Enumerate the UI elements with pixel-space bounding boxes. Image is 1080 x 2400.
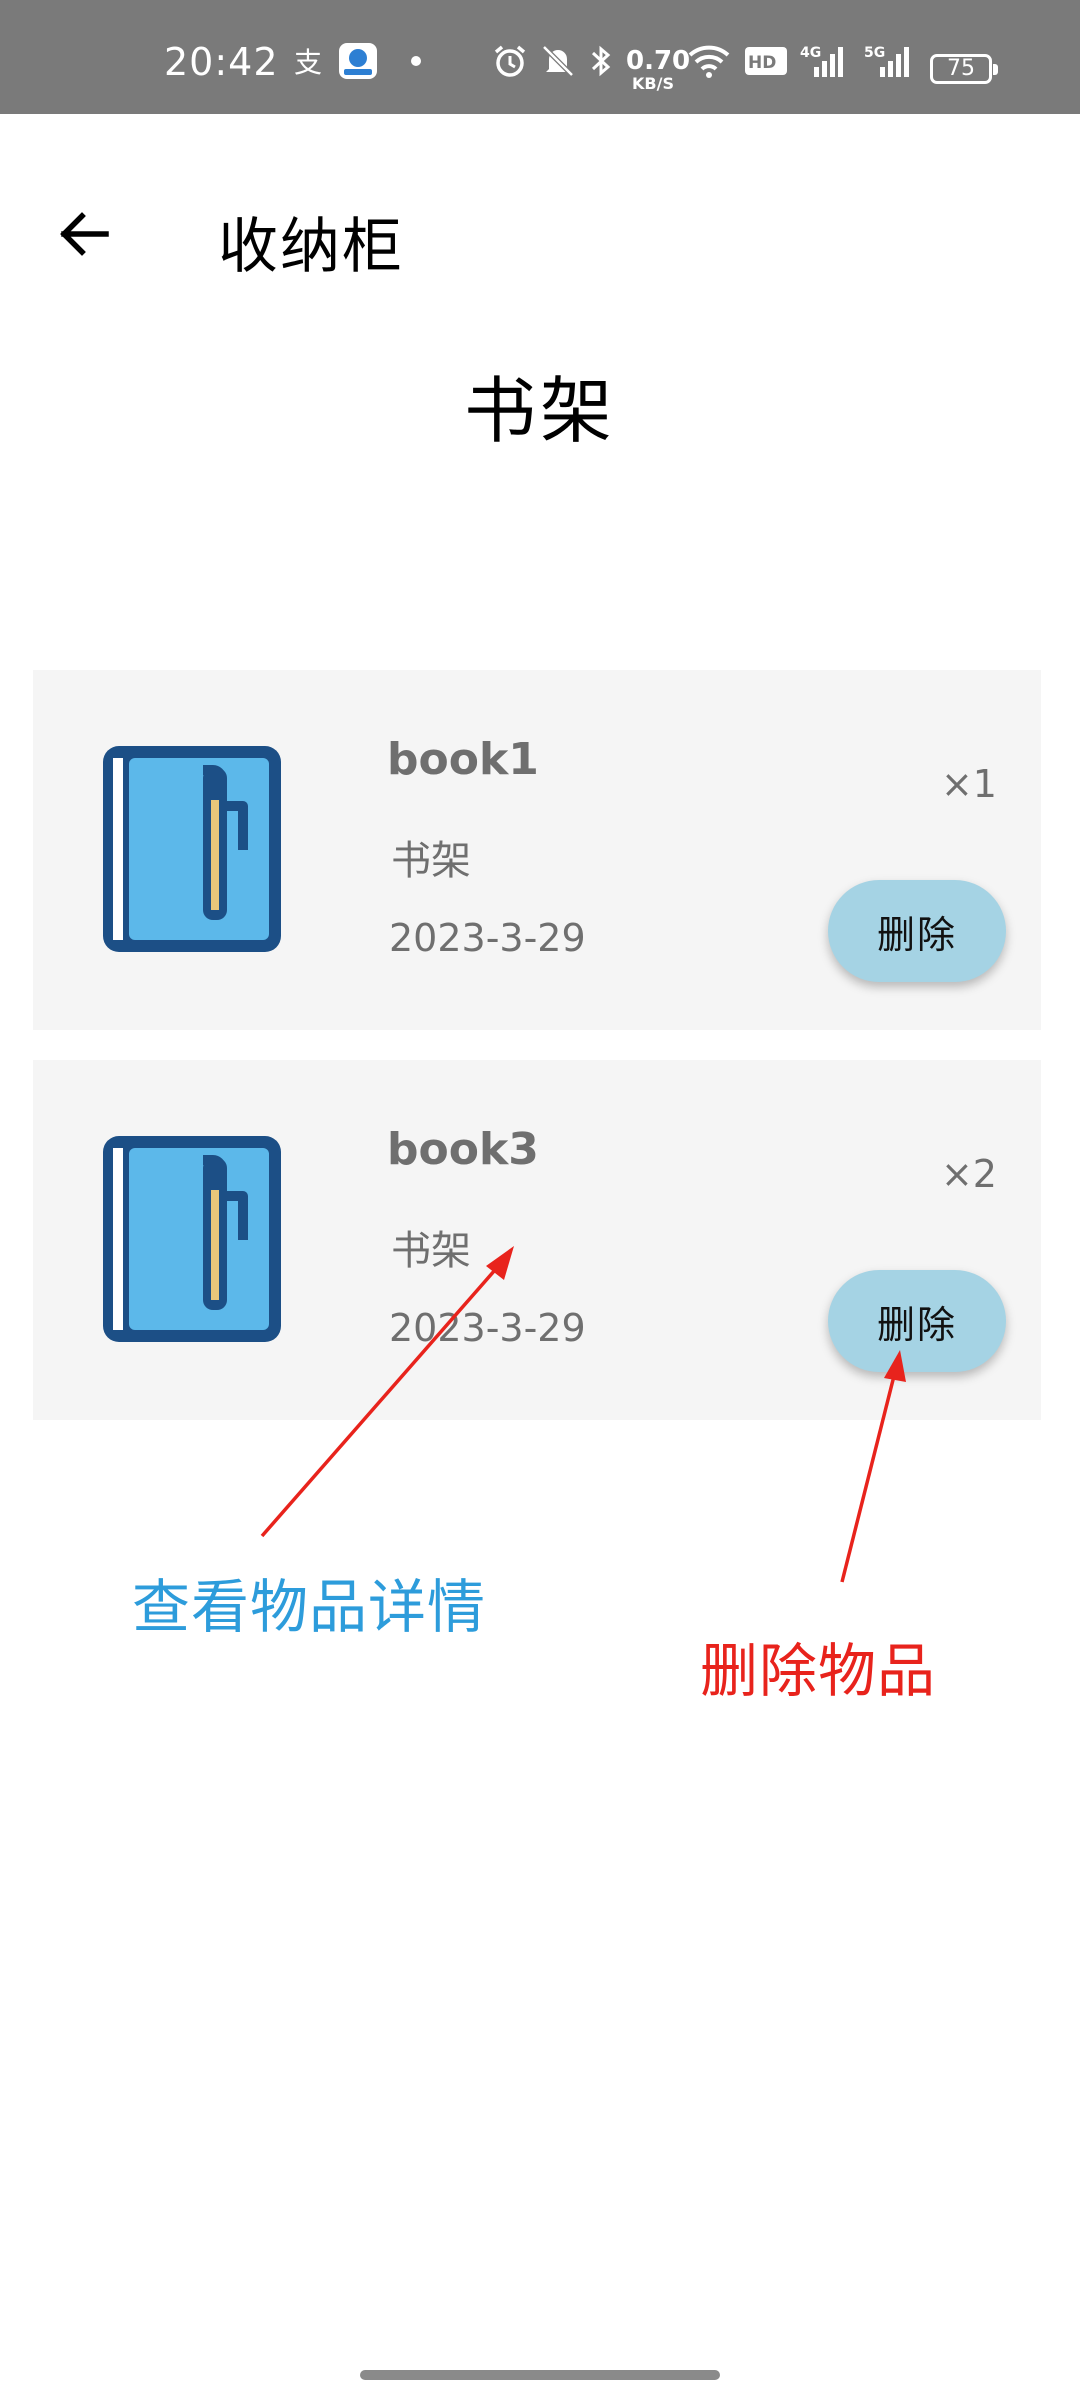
item-location: 书架 [391, 838, 471, 884]
svg-text:HD: HD [748, 53, 776, 73]
svg-text:5G: 5G [864, 45, 885, 61]
item-date: 2023-3-29 [389, 1306, 586, 1350]
status-bar: 20:42 支 0.70 KB/S HD 4G 5G 75 [0, 0, 1080, 114]
signal-4g-icon: 4G [800, 42, 846, 80]
app-bar: 收纳柜 [0, 114, 1080, 350]
network-speed: 0.70 KB/S [626, 46, 691, 93]
item-name: book3 [387, 1124, 539, 1175]
notebook-icon [99, 742, 285, 956]
signal-5g-icon: 5G [864, 42, 914, 80]
battery-icon: 75 [930, 54, 998, 84]
wifi-icon [686, 42, 732, 80]
item-card[interactable]: book1 书架 2023-3-29 ×1 删除 [33, 670, 1041, 1030]
svg-text:支: 支 [294, 46, 322, 78]
back-button[interactable] [44, 194, 124, 274]
item-quantity: ×1 [940, 762, 997, 806]
svg-text:4G: 4G [800, 45, 821, 61]
arrow-left-icon [60, 212, 109, 256]
page-title: 收纳柜 [218, 212, 404, 282]
mute-bell-icon [540, 42, 576, 80]
item-date: 2023-3-29 [389, 916, 586, 960]
alipay-icon: 支 [292, 42, 326, 80]
home-indicator[interactable] [360, 2370, 720, 2380]
notebook-icon [99, 1132, 285, 1346]
alarm-icon [492, 42, 528, 80]
hd-icon: HD [744, 42, 788, 80]
delete-button[interactable]: 删除 [828, 880, 1006, 982]
delete-button[interactable]: 删除 [828, 1270, 1006, 1372]
status-time: 20:42 [164, 40, 279, 84]
item-card[interactable]: book3 书架 2023-3-29 ×2 删除 [33, 1060, 1041, 1420]
bluetooth-icon [588, 42, 614, 80]
delete-item-note: 删除物品 [700, 1637, 937, 1705]
cabinet-heading: 书架 [463, 369, 616, 453]
view-details-note: 查看物品详情 [132, 1573, 487, 1641]
item-location: 书架 [391, 1228, 471, 1274]
item-name: book1 [387, 734, 539, 785]
dot-icon [408, 42, 424, 80]
app-icon [338, 42, 378, 80]
item-quantity: ×2 [940, 1152, 997, 1196]
